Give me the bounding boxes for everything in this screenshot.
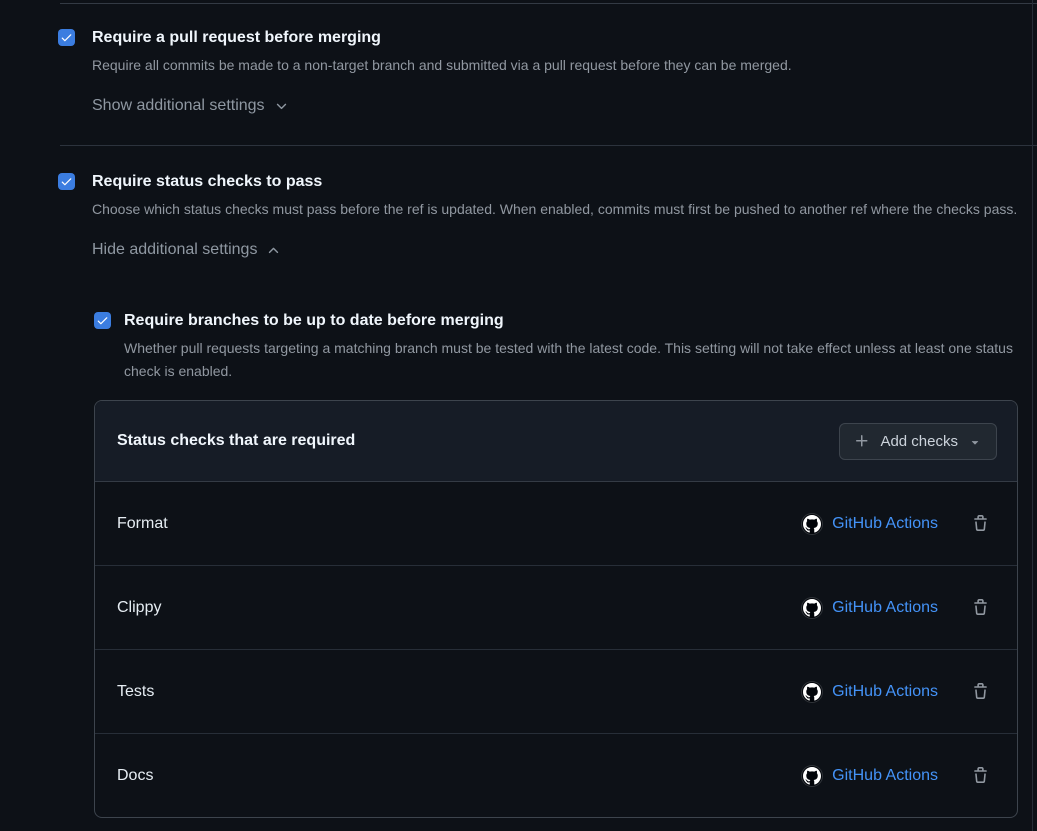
- github-octocat-icon: [801, 597, 823, 619]
- row-right: GitHub Actions: [801, 681, 989, 703]
- github-actions-link[interactable]: GitHub Actions: [832, 599, 938, 617]
- chevron-down-icon: [274, 99, 289, 114]
- row-right: GitHub Actions: [801, 765, 989, 787]
- add-checks-button[interactable]: Add checks: [839, 423, 997, 460]
- trash-icon: [972, 767, 989, 784]
- rule-require-status-checks: Require status checks to pass Choose whi…: [58, 171, 1027, 259]
- delete-check-button[interactable]: [972, 599, 989, 616]
- triangle-down-icon: [968, 434, 982, 449]
- require-up-to-date-checkbox[interactable]: [94, 312, 111, 329]
- require-status-checks-checkbox[interactable]: [58, 173, 75, 190]
- panel-title: Status checks that are required: [117, 432, 355, 450]
- section-divider: [60, 145, 1037, 146]
- status-checks-panel: Status checks that are required Add chec…: [94, 400, 1018, 818]
- rule-body: Require a pull request before merging Re…: [92, 27, 792, 115]
- rule-require-pull-request: Require a pull request before merging Re…: [58, 27, 1007, 115]
- check-icon: [60, 31, 73, 44]
- status-check-row-docs: Docs GitHub Actions: [95, 733, 1017, 817]
- trash-icon: [972, 599, 989, 616]
- check-icon: [60, 175, 73, 188]
- status-check-row-format: Format GitHub Actions: [95, 482, 1017, 565]
- chevron-up-icon: [266, 243, 281, 258]
- toggle-label: Show additional settings: [92, 97, 265, 115]
- rule-description: Choose which status checks must pass bef…: [92, 198, 1017, 221]
- rule-title: Require a pull request before merging: [92, 27, 792, 48]
- plus-icon: [854, 433, 870, 449]
- row-right: GitHub Actions: [801, 597, 989, 619]
- rule-description: Whether pull requests targeting a matchi…: [124, 337, 1014, 383]
- add-checks-label: Add checks: [880, 433, 958, 450]
- rule-body: Require branches to be up to date before…: [124, 310, 1014, 383]
- status-checks-panel-header: Status checks that are required Add chec…: [95, 401, 1017, 482]
- github-octocat-icon: [801, 513, 823, 535]
- toggle-label: Hide additional settings: [92, 241, 257, 259]
- delete-check-button[interactable]: [972, 767, 989, 784]
- row-right: GitHub Actions: [801, 513, 989, 535]
- check-icon: [96, 314, 109, 327]
- github-actions-link[interactable]: GitHub Actions: [832, 515, 938, 533]
- delete-check-button[interactable]: [972, 683, 989, 700]
- rule-require-up-to-date-branches: Require branches to be up to date before…: [94, 310, 1027, 383]
- hide-additional-settings-toggle[interactable]: Hide additional settings: [92, 241, 281, 259]
- top-divider: [60, 3, 1037, 4]
- status-check-row-clippy: Clippy GitHub Actions: [95, 565, 1017, 649]
- github-octocat-icon: [801, 681, 823, 703]
- rule-description: Require all commits be made to a non-tar…: [92, 54, 792, 77]
- trash-icon: [972, 683, 989, 700]
- check-name: Docs: [117, 767, 153, 785]
- check-name: Format: [117, 515, 168, 533]
- trash-icon: [972, 515, 989, 532]
- show-additional-settings-toggle[interactable]: Show additional settings: [92, 97, 289, 115]
- right-edge-divider: [1032, 0, 1033, 831]
- check-name: Tests: [117, 683, 154, 701]
- check-name: Clippy: [117, 599, 161, 617]
- rule-body: Require status checks to pass Choose whi…: [92, 171, 1017, 259]
- github-actions-link[interactable]: GitHub Actions: [832, 683, 938, 701]
- require-pull-request-checkbox[interactable]: [58, 29, 75, 46]
- delete-check-button[interactable]: [972, 515, 989, 532]
- status-check-rows: Format GitHub Actions Clippy GitHub Acti…: [95, 482, 1017, 817]
- status-check-row-tests: Tests GitHub Actions: [95, 649, 1017, 733]
- rule-title: Require branches to be up to date before…: [124, 310, 1014, 331]
- github-octocat-icon: [801, 765, 823, 787]
- rule-title: Require status checks to pass: [92, 171, 1017, 192]
- github-actions-link[interactable]: GitHub Actions: [832, 767, 938, 785]
